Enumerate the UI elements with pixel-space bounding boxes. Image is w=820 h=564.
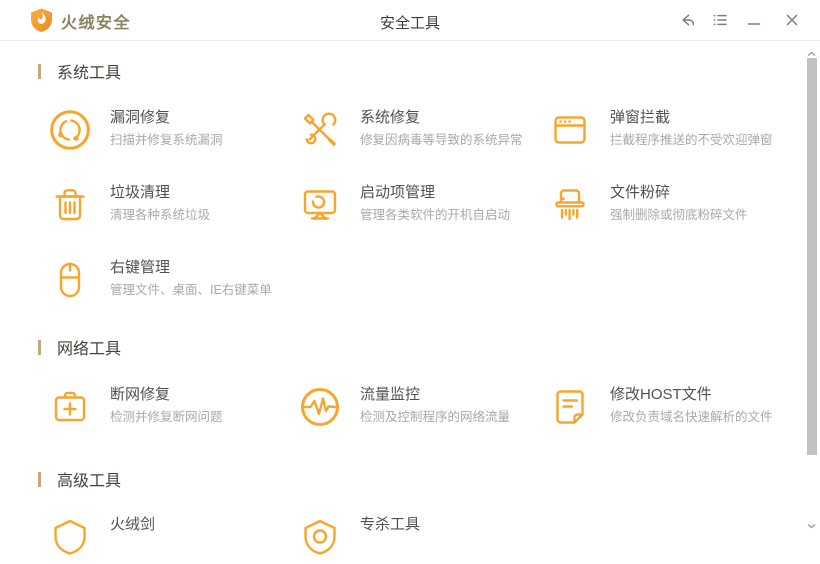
minimize-icon[interactable] <box>744 10 764 30</box>
tool-name: 文件粉碎 <box>610 184 671 201</box>
section-header-advanced-tools: 高级工具 <box>38 469 122 490</box>
file-shredder-icon <box>548 183 592 227</box>
scroll-up-icon[interactable] <box>806 50 817 58</box>
tool-desc: 检测并修复断网问题 <box>110 410 223 424</box>
tool-item-right-click-menu[interactable]: 右键管理 管理文件、桌面、IE右键菜单 <box>48 258 293 302</box>
vulnerability-fix-icon <box>48 108 92 152</box>
startup-manager-icon <box>298 183 342 227</box>
app-brand: 火绒安全 <box>30 8 131 33</box>
traffic-monitor-icon <box>298 385 342 429</box>
tool-item-startup-manager[interactable]: 启动项管理 管理各类软件的开机自启动 <box>298 183 543 227</box>
titlebar: 火绒安全 安全工具 <box>0 0 820 41</box>
tool-name: 弹窗拦截 <box>610 109 671 126</box>
section-bar <box>38 471 41 487</box>
section-bar <box>38 339 41 355</box>
scroll-down-icon[interactable] <box>806 522 817 530</box>
tool-desc: 扫描并修复系统漏洞 <box>110 133 223 147</box>
host-file-icon <box>548 385 592 429</box>
tool-name: 漏洞修复 <box>110 109 171 126</box>
tool-desc: 管理各类软件的开机自启动 <box>360 208 511 222</box>
section-title: 高级工具 <box>57 473 122 490</box>
tool-name: 启动项管理 <box>360 184 436 201</box>
section-title: 网络工具 <box>57 341 122 358</box>
tool-name: 断网修复 <box>110 386 171 403</box>
tool-item-host-file[interactable]: 修改HOST文件 修改负责域名快速解析的文件 <box>548 385 793 429</box>
tool-item-traffic-monitor[interactable]: 流量监控 检测及控制程序的网络流量 <box>298 385 543 429</box>
tool-item-huorong-sword[interactable]: 火绒剑 <box>48 515 293 559</box>
tool-name: 系统修复 <box>360 109 421 126</box>
tool-name: 垃圾清理 <box>110 184 171 201</box>
tool-item-network-repair[interactable]: 断网修复 检测并修复断网问题 <box>48 385 293 429</box>
tool-name: 右键管理 <box>110 259 171 276</box>
tool-item-junk-clean[interactable]: 垃圾清理 清理各种系统垃圾 <box>48 183 293 227</box>
section-header-network-tools: 网络工具 <box>38 337 122 358</box>
scrollbar-thumb[interactable] <box>807 58 817 455</box>
huorong-logo-icon <box>30 8 53 33</box>
tool-desc: 修改负责域名快速解析的文件 <box>610 410 773 424</box>
section-title: 系统工具 <box>57 65 122 82</box>
tool-desc: 清理各种系统垃圾 <box>110 208 211 222</box>
section-bar <box>38 63 41 79</box>
tool-name: 流量监控 <box>360 386 421 403</box>
tool-desc: 强制删除或彻底粉碎文件 <box>610 208 748 222</box>
huorong-sword-icon <box>48 515 92 559</box>
tool-item-vulnerability-fix[interactable]: 漏洞修复 扫描并修复系统漏洞 <box>48 108 293 152</box>
special-kill-tool-icon <box>298 515 342 559</box>
network-repair-icon <box>48 385 92 429</box>
task-list-icon[interactable] <box>710 10 730 30</box>
tool-name: 专杀工具 <box>360 516 421 533</box>
system-repair-icon <box>298 108 342 152</box>
tool-name: 修改HOST文件 <box>610 386 712 403</box>
close-icon[interactable] <box>782 10 802 30</box>
tool-item-special-kill-tool[interactable]: 专杀工具 <box>298 515 543 559</box>
tool-desc: 拦截程序推送的不受欢迎弹窗 <box>610 133 773 147</box>
section-header-system-tools: 系统工具 <box>38 61 122 82</box>
right-click-menu-icon <box>48 258 92 302</box>
tool-item-system-repair[interactable]: 系统修复 修复因病毒等导致的系统异常 <box>298 108 543 152</box>
tool-name: 火绒剑 <box>110 516 156 533</box>
tool-desc: 管理文件、桌面、IE右键菜单 <box>110 283 272 297</box>
back-arrow-icon[interactable] <box>675 10 695 30</box>
popup-block-icon <box>548 108 592 152</box>
tool-desc: 检测及控制程序的网络流量 <box>360 410 511 424</box>
tool-desc: 修复因病毒等导致的系统异常 <box>360 133 523 147</box>
junk-clean-icon <box>48 183 92 227</box>
tool-item-file-shredder[interactable]: 文件粉碎 强制删除或彻底粉碎文件 <box>548 183 793 227</box>
app-name: 火绒安全 <box>61 14 132 32</box>
tool-item-popup-block[interactable]: 弹窗拦截 拦截程序推送的不受欢迎弹窗 <box>548 108 793 152</box>
